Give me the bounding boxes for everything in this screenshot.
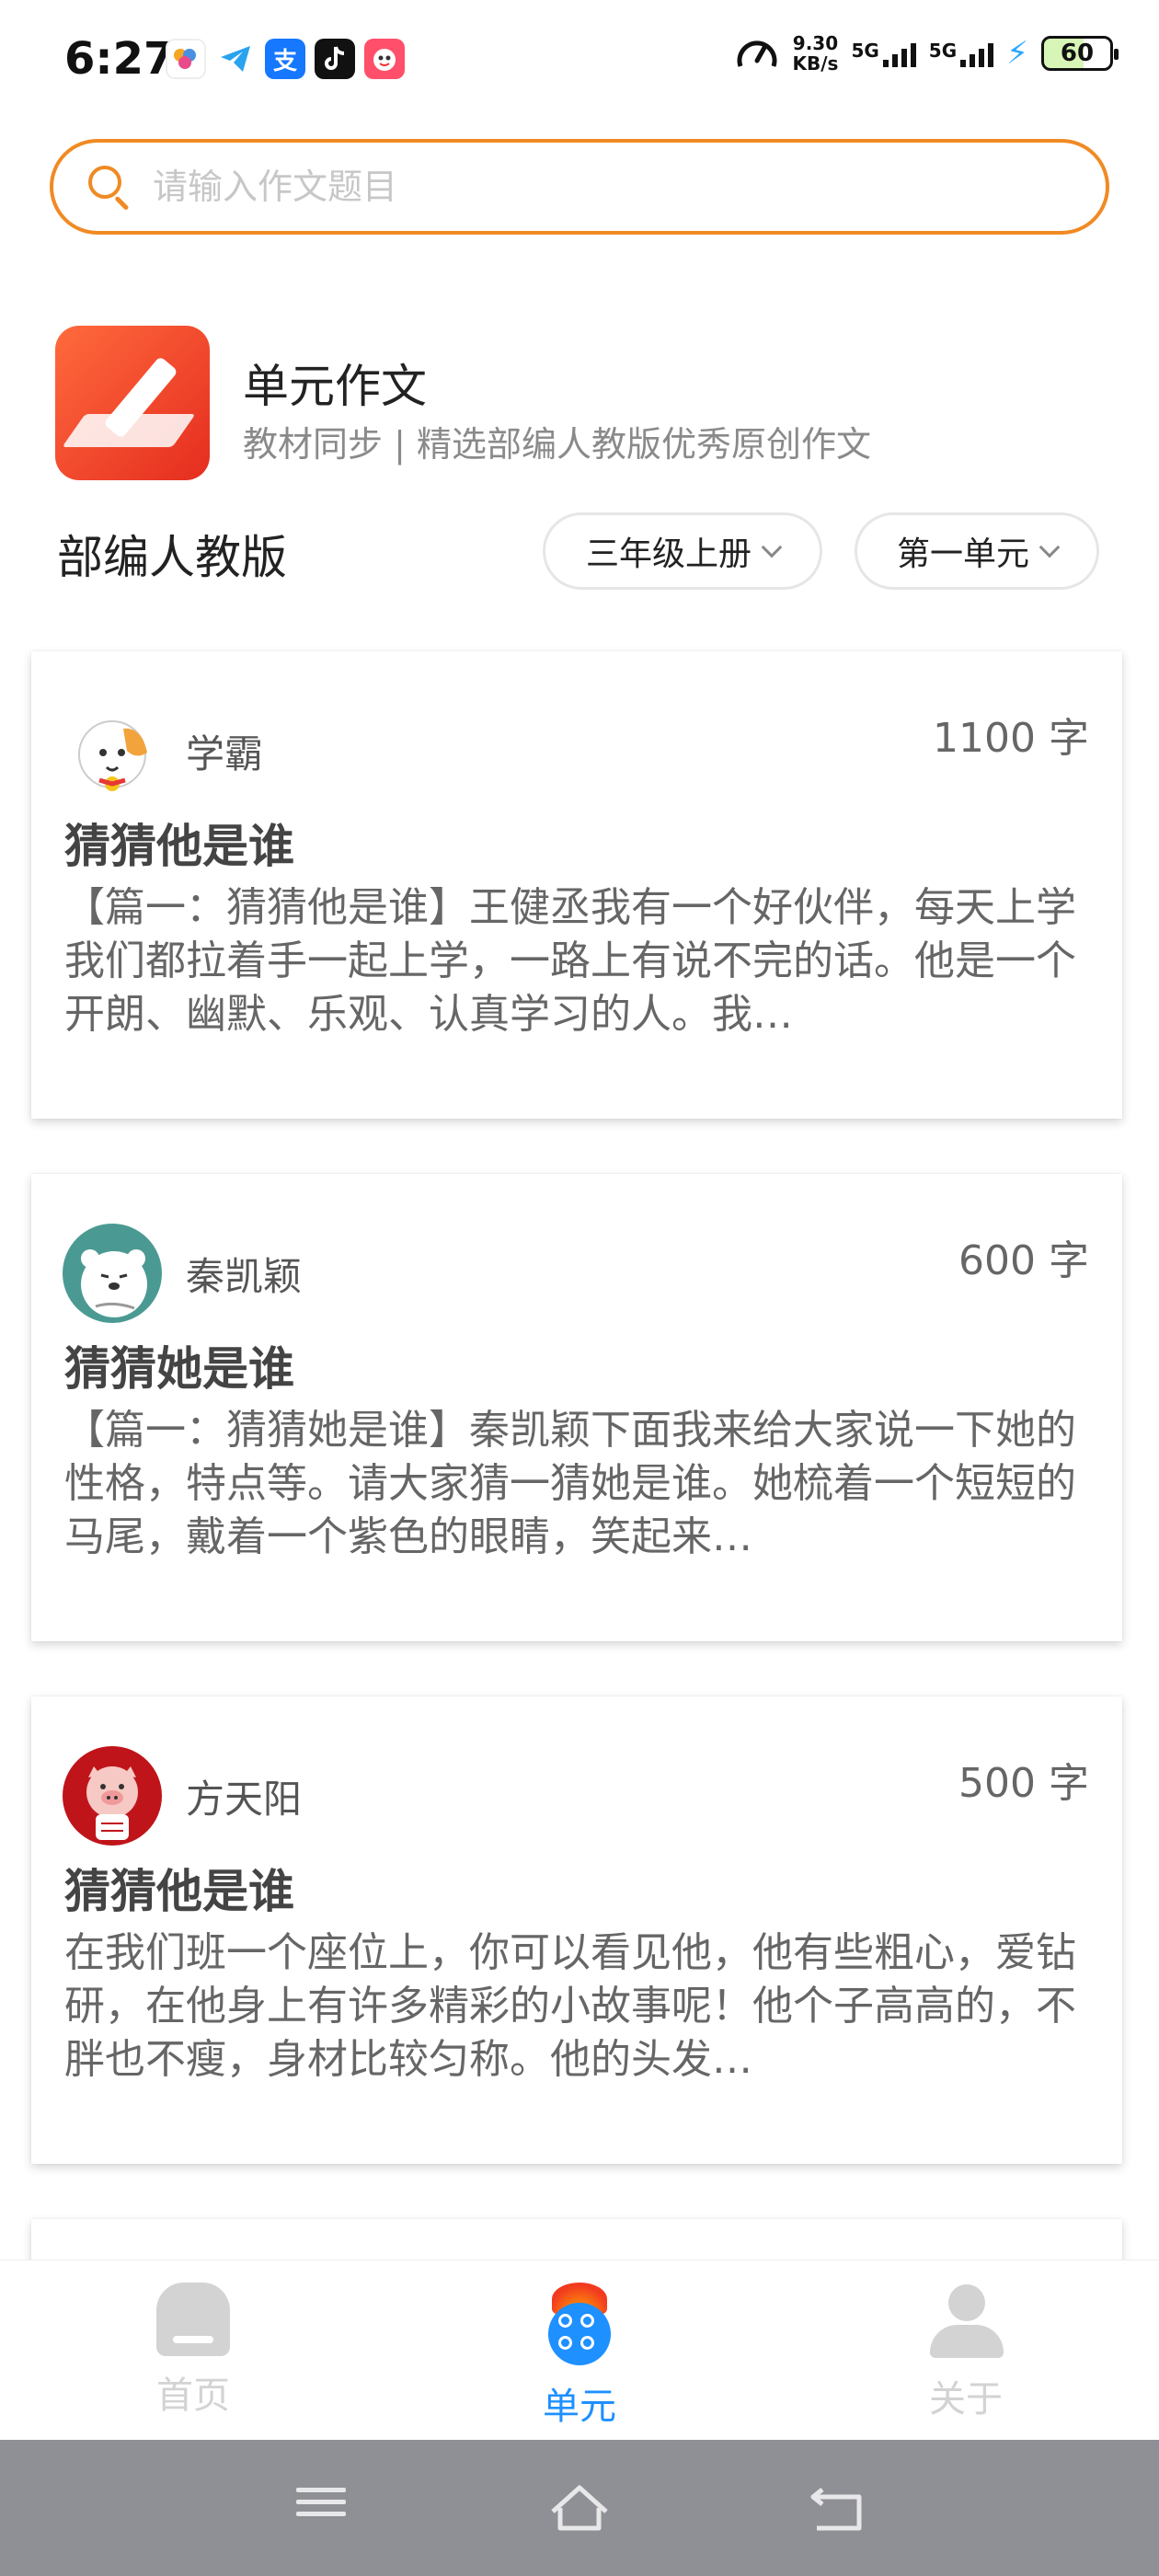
essay-excerpt: 【篇一：猜猜他是谁】王健丞我有一个好伙伴，每天上学我们都拉着手一起上学，一路上有… xyxy=(64,884,1076,1038)
game-app-icon xyxy=(364,39,405,79)
signal-sim1: 5G xyxy=(851,40,916,67)
grade-selector[interactable]: 三年级上册 xyxy=(543,512,822,590)
clock: 6:27 xyxy=(64,33,175,85)
search-bar[interactable] xyxy=(50,139,1109,235)
signal-bars-icon xyxy=(882,40,916,67)
author-name: 学霸 xyxy=(186,731,264,776)
tab-home[interactable]: 首页 xyxy=(101,2283,285,2419)
search-input[interactable] xyxy=(153,167,981,207)
word-count: 1100 字 xyxy=(933,715,1089,762)
signal-bars-icon xyxy=(960,40,994,67)
tiktok-icon xyxy=(315,39,355,79)
bottom-nav: 首页 单元 关于 xyxy=(0,2260,1159,2440)
page-subtitle: 教材同步 | 精选部编人教版优秀原创作文 xyxy=(243,424,871,465)
telegram-icon xyxy=(215,39,256,79)
cloud-app-icon xyxy=(166,39,206,79)
system-home-icon[interactable] xyxy=(547,2480,612,2536)
tab-unit[interactable]: 单元 xyxy=(488,2283,671,2430)
pig-avatar xyxy=(63,1746,162,1846)
person-icon xyxy=(926,2283,1005,2360)
speedometer-icon xyxy=(738,40,777,67)
cat-avatar xyxy=(63,701,162,800)
essay-title: 猜猜他是谁 xyxy=(64,1865,294,1918)
grade-selector-label: 三年级上册 xyxy=(585,535,752,573)
essay-title: 猜猜她是谁 xyxy=(64,1342,294,1396)
status-bar: 6:27 支 9.30 KB/s 5G 5G ⚡ 60 xyxy=(0,0,1159,120)
back-icon[interactable] xyxy=(806,2480,870,2536)
unit-selector[interactable]: 第一单元 xyxy=(855,512,1099,590)
signal-sim2: 5G xyxy=(929,40,994,67)
menu-icon[interactable] xyxy=(289,2480,353,2536)
chevron-down-icon xyxy=(1039,536,1061,558)
unit-selector-label: 第一单元 xyxy=(896,535,1029,573)
polar-bear-avatar xyxy=(63,1224,162,1323)
unit-icon xyxy=(545,2283,614,2367)
essay-title: 猜猜他是谁 xyxy=(64,820,294,873)
system-nav-bar xyxy=(0,2440,1159,2576)
tab-about[interactable]: 关于 xyxy=(874,2283,1058,2422)
edition-label: 部编人教版 xyxy=(57,531,287,584)
battery-icon: 60 xyxy=(1041,36,1119,71)
word-count: 500 字 xyxy=(958,1760,1089,1807)
tab-unit-label: 单元 xyxy=(543,2386,616,2428)
system-status: 9.30 KB/s 5G 5G ⚡ 60 xyxy=(735,32,1119,75)
word-count: 600 字 xyxy=(958,1237,1089,1284)
notification-icons: 支 xyxy=(166,39,405,79)
essay-excerpt: 在我们班一个座位上，你可以看见他，他有些粗心，爱钻研，在他身上有许多精彩的小故事… xyxy=(64,1929,1076,2083)
charging-icon: ⚡ xyxy=(1006,35,1028,72)
search-icon xyxy=(85,162,134,212)
chevron-down-icon xyxy=(761,536,783,558)
alipay-icon: 支 xyxy=(265,39,305,79)
tab-home-label: 首页 xyxy=(156,2375,230,2417)
essay-card[interactable]: 学霸 1100 字 猜猜他是谁 【篇一：猜猜他是谁】王健丞我有一个好伙伴，每天上… xyxy=(31,651,1122,1119)
author-name: 方天阳 xyxy=(186,1777,303,1822)
network-speed: 9.30 KB/s xyxy=(792,32,839,75)
author-name: 秦凯颖 xyxy=(186,1254,303,1299)
home-icon xyxy=(156,2283,230,2356)
tab-about-label: 关于 xyxy=(929,2378,1003,2421)
app-logo xyxy=(55,326,210,480)
page-title: 单元作文 xyxy=(243,360,427,413)
essay-card[interactable]: 方天阳 500 字 猜猜他是谁 在我们班一个座位上，你可以看见他，他有些粗心，爱… xyxy=(31,1696,1122,2164)
essay-card[interactable]: 秦凯颖 600 字 猜猜她是谁 【篇一：猜猜她是谁】秦凯颖下面我来给大家说一下她… xyxy=(31,1174,1122,1641)
essay-excerpt: 【篇一：猜猜她是谁】秦凯颖下面我来给大家说一下她的性格，特点等。请大家猜一猜她是… xyxy=(64,1407,1076,1560)
